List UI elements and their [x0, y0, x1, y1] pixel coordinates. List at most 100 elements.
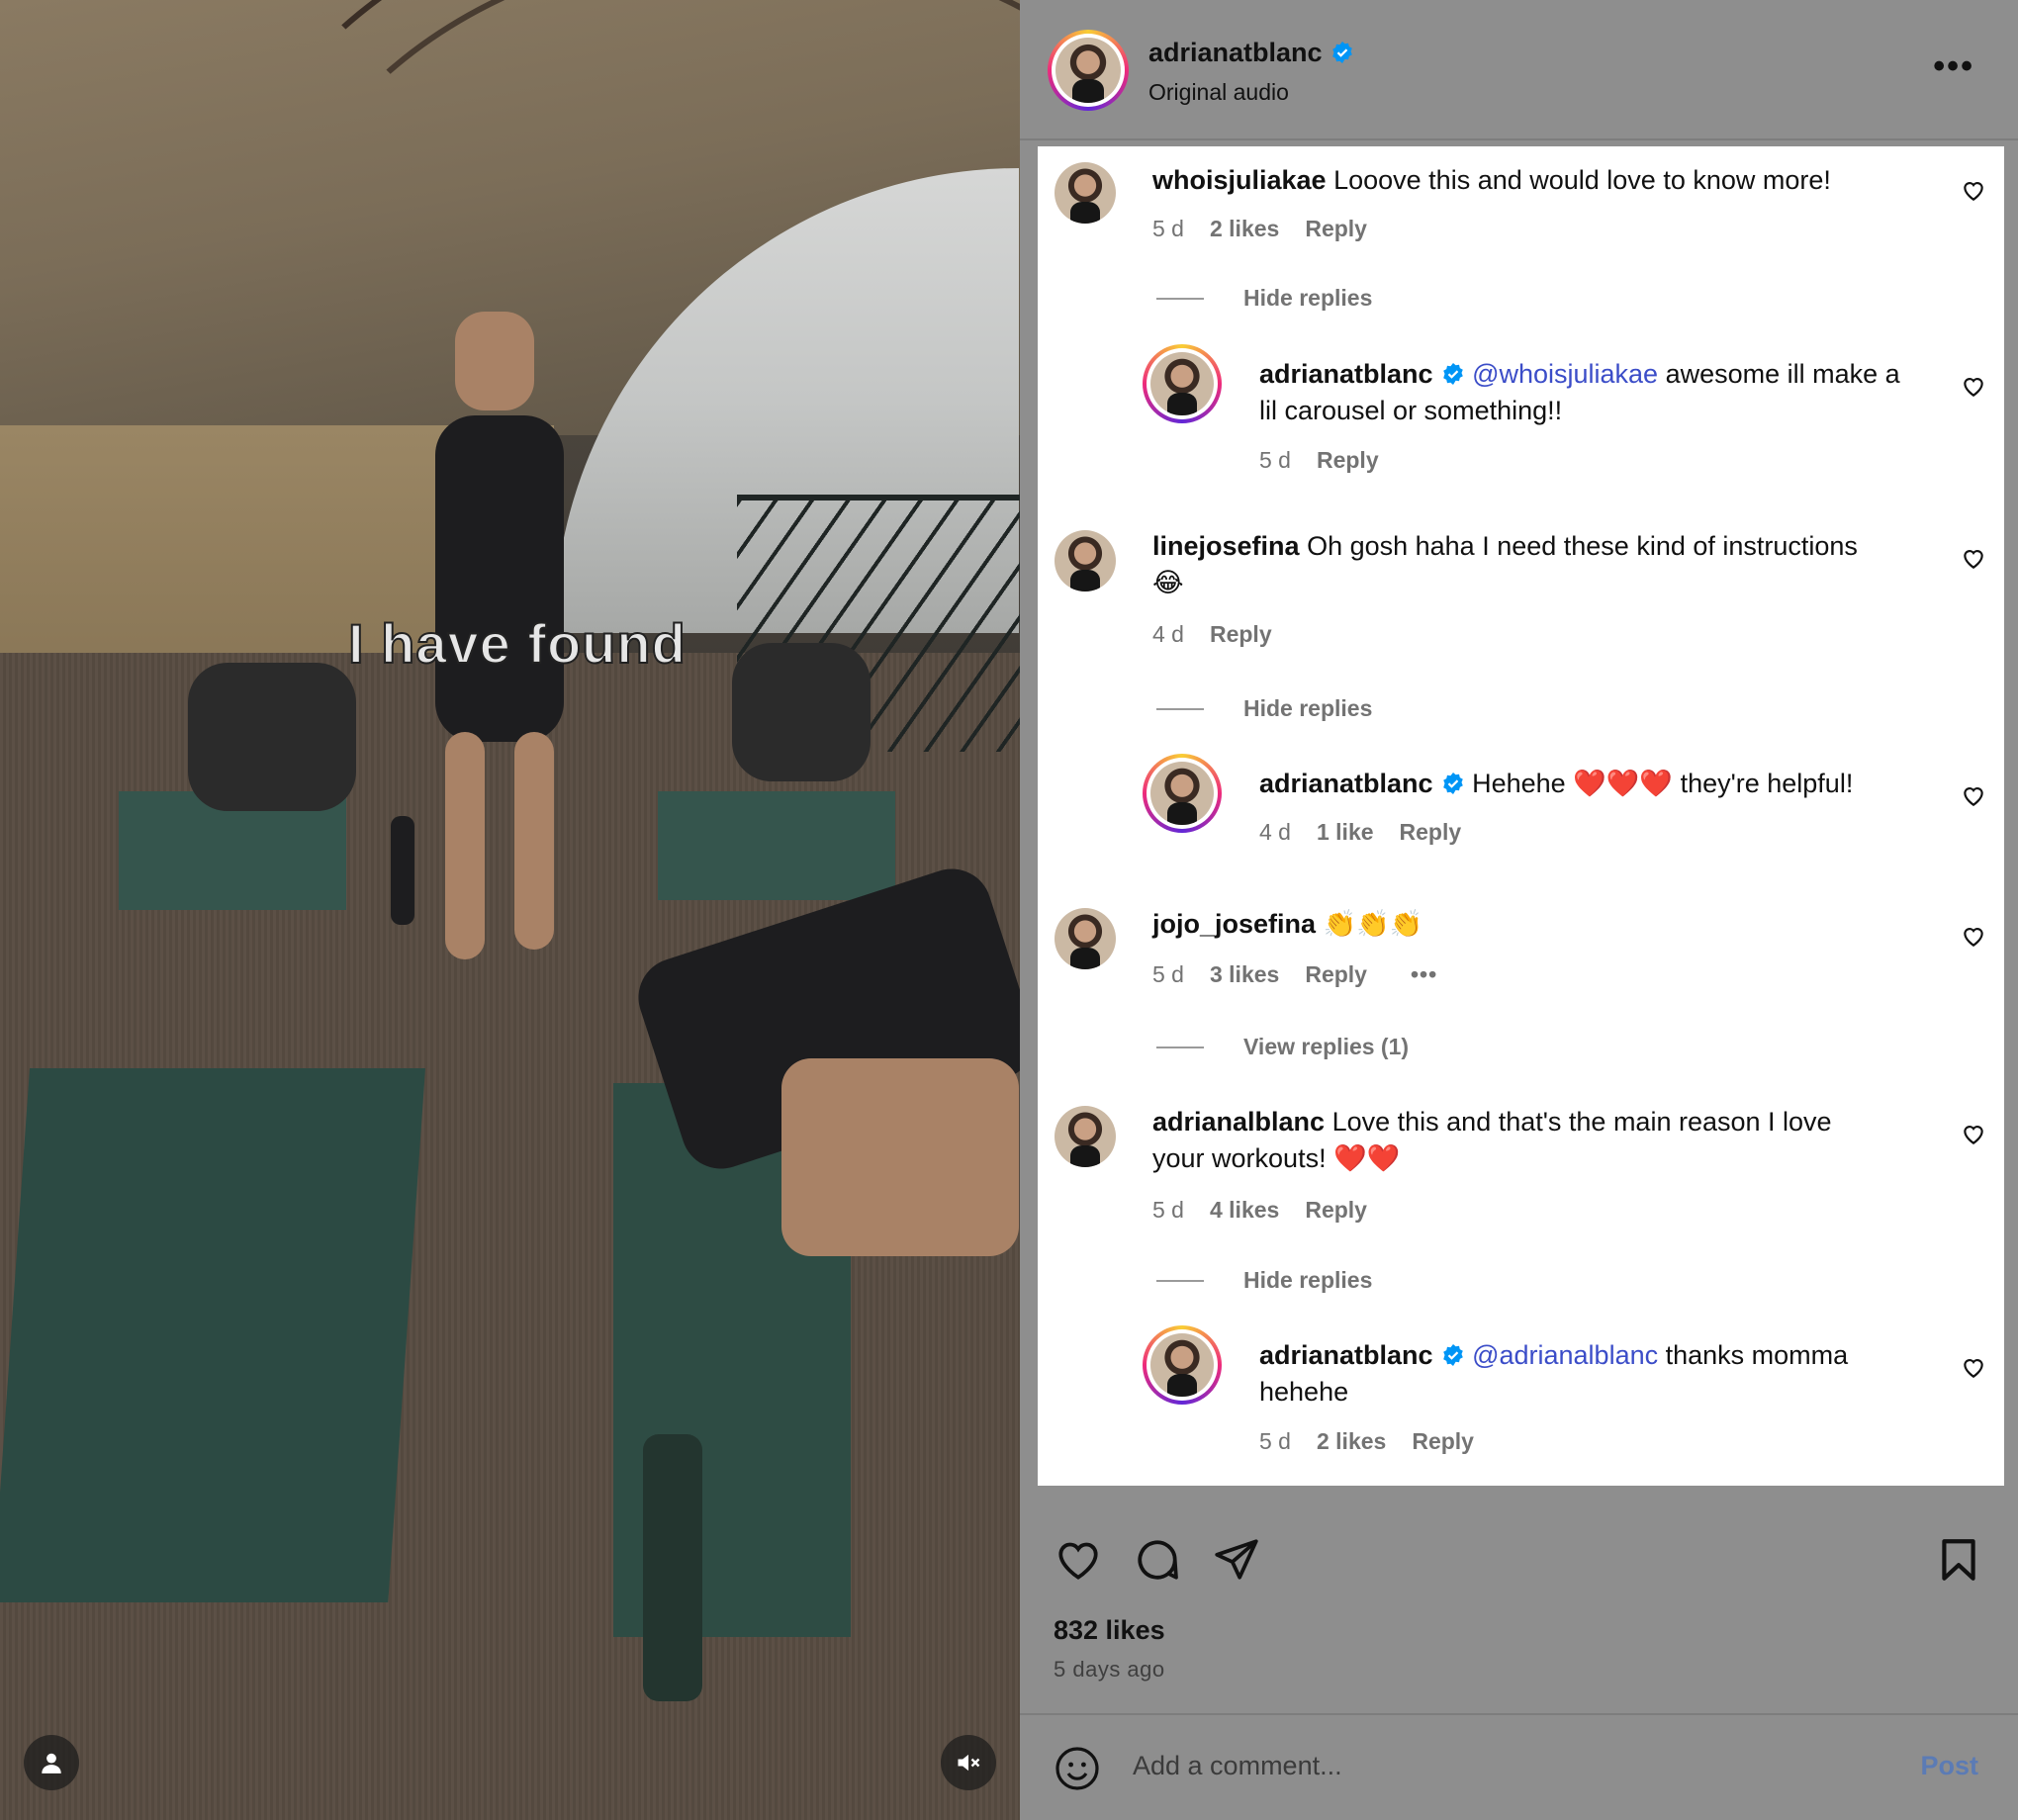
comment-username[interactable]: linejosefina [1152, 531, 1300, 561]
avatar [1150, 1333, 1214, 1397]
verified-badge-icon [1442, 363, 1463, 385]
instructor-head [455, 312, 534, 410]
post-header: adrianatblanc Original audio ••• [1020, 0, 2018, 140]
reply-text: adrianatblanc Hehehe ❤️❤️❤️ they're help… [1259, 769, 1854, 798]
instructor-leg [514, 732, 554, 950]
like-heart-icon[interactable] [1054, 1535, 1103, 1585]
reply-button[interactable]: Reply [1305, 216, 1367, 242]
save-bookmark-icon[interactable] [1934, 1535, 1983, 1585]
like-comment-heart-icon[interactable] [1961, 1122, 1986, 1147]
avatar-ring[interactable] [1143, 344, 1222, 423]
reel-video[interactable]: I have found [0, 0, 1020, 1820]
comment-time: 5 d [1152, 961, 1184, 987]
yoga-mat [0, 1068, 425, 1602]
avatar [1150, 762, 1214, 825]
comment-meta: 4 d Reply [1152, 621, 1272, 648]
reply-time: 5 d [1259, 1428, 1291, 1454]
reply-meta: 5 d Reply [1259, 447, 1379, 474]
water-bottle [643, 1434, 702, 1701]
person [732, 643, 871, 781]
comment-text: jojo_josefina 👏👏👏 [1152, 906, 1934, 943]
comment-time: 4 d [1152, 621, 1184, 647]
comment-text: whoisjuliakae Looove this and would love… [1152, 165, 1831, 195]
emoji-smiley-icon[interactable] [1054, 1745, 1101, 1792]
avatar[interactable] [1055, 1106, 1116, 1167]
reply-button[interactable]: Reply [1317, 447, 1379, 474]
person-icon [42, 1753, 61, 1774]
verified-badge-icon [1331, 42, 1352, 63]
comment-meta: 5 d 4 likes Reply [1152, 1197, 1367, 1224]
comment-time: 5 d [1152, 1197, 1184, 1223]
mute-button[interactable] [941, 1735, 996, 1790]
comment-username[interactable]: adrianalblanc [1152, 1107, 1325, 1137]
like-count[interactable]: 832 likes [1054, 1615, 1165, 1646]
comment-composer: Add a comment... Post [1020, 1713, 2018, 1820]
hide-replies-toggle[interactable]: Hide replies [1156, 285, 1372, 312]
avatar[interactable] [1055, 162, 1116, 224]
avatar [1150, 352, 1214, 415]
reply-text: adrianatblanc @adrianalblanc thanks momm… [1259, 1340, 1849, 1407]
view-replies-toggle[interactable]: View replies (1) [1156, 1034, 1409, 1060]
comment-meta: 5 d 2 likes Reply [1152, 216, 1367, 242]
mention-link[interactable]: @adrianalblanc [1472, 1340, 1658, 1370]
reply-time: 4 d [1259, 819, 1291, 845]
comment-text: adrianalblanc Love this and that's the m… [1152, 1107, 1832, 1173]
tagged-user-button[interactable] [24, 1735, 79, 1790]
comment-options-icon[interactable]: ••• [1411, 961, 1437, 988]
like-comment-heart-icon[interactable] [1961, 546, 1986, 572]
like-comment-heart-icon[interactable] [1961, 178, 1986, 204]
verified-badge-icon [1442, 773, 1463, 794]
comment-time: 5 d [1152, 216, 1184, 241]
like-comment-heart-icon[interactable] [1961, 374, 1986, 400]
instructor [435, 415, 564, 742]
reply-username[interactable]: adrianatblanc [1259, 1340, 1433, 1370]
like-comment-heart-icon[interactable] [1961, 1355, 1986, 1381]
post-button[interactable]: Post [1920, 1751, 1978, 1781]
reply-button[interactable]: Reply [1412, 1428, 1474, 1455]
comment-likes[interactable]: 3 likes [1210, 961, 1279, 988]
reply-username[interactable]: adrianatblanc [1259, 359, 1433, 389]
verified-badge-icon [1442, 1344, 1463, 1366]
muted-speaker-icon [958, 1754, 980, 1772]
comments-list[interactable]: whoisjuliakae Looove this and would love… [1038, 146, 2004, 1486]
more-options-icon[interactable]: ••• [1933, 47, 1974, 86]
avatar-ring[interactable] [1143, 1325, 1222, 1405]
like-comment-heart-icon[interactable] [1961, 783, 1986, 809]
reply-likes[interactable]: 1 like [1317, 819, 1374, 846]
hide-replies-toggle[interactable]: Hide replies [1156, 695, 1372, 722]
comment-username[interactable]: jojo_josefina [1152, 909, 1316, 939]
water-bottle [391, 816, 414, 925]
reply-meta: 4 d 1 like Reply [1259, 819, 1461, 846]
comment-input[interactable]: Add a comment... [1133, 1751, 1342, 1781]
reply-likes[interactable]: 2 likes [1317, 1428, 1386, 1455]
comment-username[interactable]: whoisjuliakae [1152, 165, 1327, 195]
avatar[interactable] [1055, 908, 1116, 969]
author-username[interactable]: adrianatblanc [1148, 38, 1354, 68]
reply-meta: 5 d 2 likes Reply [1259, 1428, 1474, 1455]
avatar-ring[interactable] [1143, 754, 1222, 833]
reply-text: adrianatblanc @whoisjuliakae awesome ill… [1259, 359, 1900, 425]
comment-likes[interactable]: 2 likes [1210, 216, 1279, 242]
audio-label[interactable]: Original audio [1148, 79, 1289, 106]
reply-username[interactable]: adrianatblanc [1259, 769, 1433, 798]
share-send-icon[interactable] [1212, 1535, 1261, 1585]
video-caption: I have found [347, 611, 687, 676]
reply-button[interactable]: Reply [1400, 819, 1462, 846]
person [188, 663, 356, 811]
comment-likes[interactable]: 4 likes [1210, 1197, 1279, 1224]
reply-button[interactable]: Reply [1305, 1197, 1367, 1224]
like-comment-heart-icon[interactable] [1961, 924, 1986, 950]
comment-bubble-icon[interactable] [1133, 1535, 1182, 1585]
emoji: 😂 [1152, 568, 1184, 597]
author-avatar-ring[interactable] [1048, 30, 1129, 111]
mention-link[interactable]: @whoisjuliakae [1472, 359, 1658, 389]
reply-button[interactable]: Reply [1305, 961, 1367, 988]
comment-meta: 5 d 3 likes Reply ••• [1152, 961, 1437, 988]
comment-text: linejosefina Oh gosh haha I need these k… [1152, 531, 1858, 597]
post-panel: adrianatblanc Original audio ••• whoisju… [1020, 0, 2018, 1820]
avatar[interactable] [1055, 530, 1116, 592]
reply-button[interactable]: Reply [1210, 621, 1272, 648]
person-back [781, 1058, 1019, 1256]
hide-replies-toggle[interactable]: Hide replies [1156, 1267, 1372, 1294]
emoji: 👏👏👏 [1323, 909, 1423, 939]
